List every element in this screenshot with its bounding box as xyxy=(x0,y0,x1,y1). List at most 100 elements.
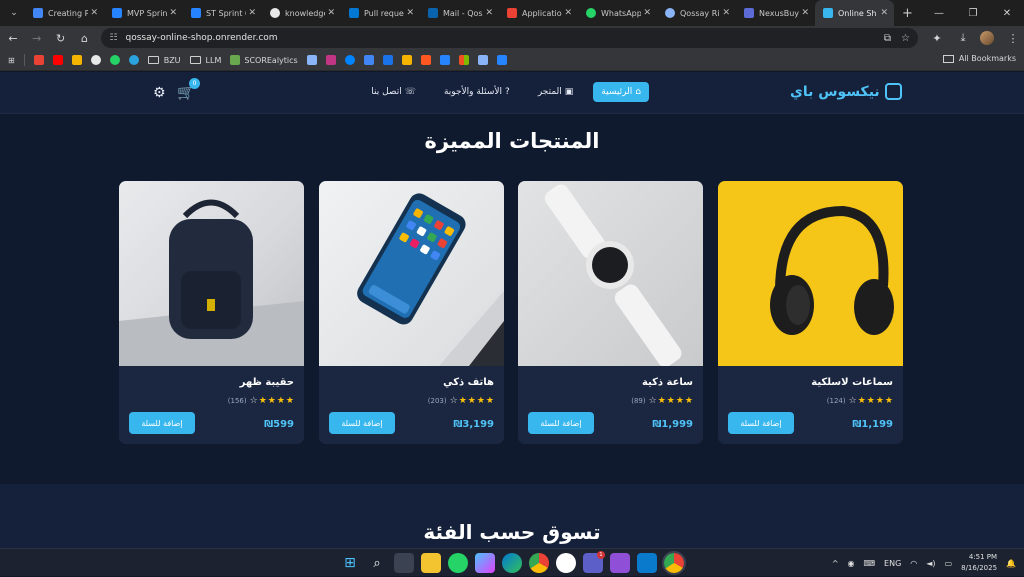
reload-icon[interactable]: ↻ xyxy=(50,27,72,49)
close-icon[interactable]: ✕ xyxy=(406,8,414,18)
bookmark-star-icon[interactable]: ☆ xyxy=(901,33,910,44)
menu-icon[interactable]: ⋮ xyxy=(1002,27,1024,49)
chrome-active-icon[interactable] xyxy=(662,551,686,575)
new-tab-button[interactable]: + xyxy=(902,6,913,21)
back-icon[interactable]: ← xyxy=(2,27,24,49)
clock[interactable]: 4:51 PM 8/16/2025 xyxy=(961,552,997,574)
close-icon[interactable]: ✕ xyxy=(722,8,730,18)
product-name[interactable]: حقيبة ظهر xyxy=(240,377,294,388)
messenger-bookmark-icon[interactable] xyxy=(344,55,355,65)
nav-home[interactable]: ⌂ الرئيسية xyxy=(593,82,649,102)
close-window-icon[interactable]: ✕ xyxy=(990,0,1024,26)
bookmark-icon[interactable] xyxy=(401,55,412,65)
add-to-cart-button[interactable]: إضافة للسلة xyxy=(329,412,395,434)
slack-icon[interactable] xyxy=(556,553,576,573)
add-to-cart-button[interactable]: إضافة للسلة xyxy=(528,412,594,434)
close-icon[interactable]: ✕ xyxy=(880,8,888,18)
product-name[interactable]: ساعة ذكية xyxy=(642,377,693,388)
visual-studio-icon[interactable] xyxy=(610,553,630,573)
product-name[interactable]: سماعات لاسلكية xyxy=(811,377,893,388)
address-bar[interactable]: ☷ qossay-online-shop.onrender.com ⧉ ☆ xyxy=(101,28,919,48)
download-icon[interactable]: ⤓ xyxy=(952,27,974,49)
whatsapp-icon[interactable] xyxy=(448,553,468,573)
telegram-bookmark-icon[interactable] xyxy=(128,55,139,65)
language-indicator[interactable]: ENG xyxy=(884,559,901,568)
close-icon[interactable]: ✕ xyxy=(90,8,98,18)
close-icon[interactable]: ✕ xyxy=(248,8,256,18)
close-icon[interactable]: ✕ xyxy=(169,8,177,18)
keyboard-icon[interactable]: ⌨ xyxy=(864,559,876,568)
settings-gear-icon[interactable]: ⚙ xyxy=(153,85,166,101)
bookmark-icon[interactable] xyxy=(420,55,431,65)
restore-icon[interactable]: ❐ xyxy=(956,0,990,26)
copilot-icon[interactable] xyxy=(475,553,495,573)
install-app-icon[interactable]: ⧉ xyxy=(884,33,891,44)
browser-tab[interactable]: Mail - Qos ✕ xyxy=(420,0,499,26)
task-view-icon[interactable] xyxy=(394,553,414,573)
forward-icon[interactable]: → xyxy=(26,27,48,49)
edge-icon[interactable] xyxy=(502,553,522,573)
bookmark-icon[interactable] xyxy=(496,55,507,65)
teams-icon[interactable]: 1 xyxy=(583,551,605,573)
product-image-backpack[interactable] xyxy=(119,181,304,366)
bookmark-icon[interactable] xyxy=(306,55,317,65)
vscode-icon[interactable] xyxy=(637,553,657,573)
home-icon[interactable]: ⌂ xyxy=(74,27,96,49)
browser-tab[interactable]: ST Sprint 6 ✕ xyxy=(183,0,262,26)
chrome-icon[interactable] xyxy=(529,553,549,573)
bookmark-folder-bzu[interactable]: BZU xyxy=(147,56,181,65)
nav-store[interactable]: ▣ المتجر xyxy=(530,82,581,102)
all-bookmarks-button[interactable]: All Bookmarks xyxy=(942,54,1016,63)
bookmark-folder-llm[interactable]: LLM xyxy=(189,56,221,65)
tab-search-icon[interactable]: ⌄ xyxy=(3,2,25,24)
browser-tab-active[interactable]: Online Sh ✕ xyxy=(815,0,894,26)
browser-tab[interactable]: Application ✕ xyxy=(499,0,578,26)
bookmark-scorealytics[interactable]: SCOREalytics xyxy=(230,55,298,65)
site-info-icon[interactable]: ☷ xyxy=(109,33,117,43)
notifications-icon[interactable]: 🔔 xyxy=(1006,559,1016,568)
product-image-phone[interactable] xyxy=(319,181,504,366)
product-card[interactable]: ساعة ذكية ★ ★ ★ ★ ☆ (89) ₪1,999 إضافة للسلة xyxy=(518,181,703,444)
tray-overflow-icon[interactable]: ^ xyxy=(832,559,839,568)
close-icon[interactable]: ✕ xyxy=(801,8,809,18)
youtube-bookmark-icon[interactable] xyxy=(52,55,63,65)
whatsapp-bookmark-icon[interactable] xyxy=(109,55,120,65)
volume-icon[interactable]: ◄) xyxy=(926,559,935,568)
github-bookmark-icon[interactable] xyxy=(90,55,101,65)
nav-contact[interactable]: ☏ اتصل بنا xyxy=(363,82,424,102)
product-image-watch[interactable] xyxy=(518,181,703,366)
extensions-icon[interactable]: ✦ xyxy=(926,27,948,49)
bookmark-icon[interactable] xyxy=(71,55,82,65)
browser-tab[interactable]: Creating P ✕ xyxy=(25,0,104,26)
close-icon[interactable]: ✕ xyxy=(564,8,572,18)
add-to-cart-button[interactable]: إضافة للسلة xyxy=(728,412,794,434)
battery-icon[interactable]: ▭ xyxy=(945,559,953,568)
product-image-headphones[interactable] xyxy=(718,181,903,366)
profile-avatar[interactable] xyxy=(980,31,995,45)
browser-tab[interactable]: NexusBuy ✕ xyxy=(736,0,815,26)
start-icon[interactable]: ⊞ xyxy=(340,553,360,573)
microsoft-bookmark-icon[interactable] xyxy=(458,55,469,65)
browser-tab[interactable]: knowledge ✕ xyxy=(262,0,341,26)
bookmark-icon[interactable] xyxy=(325,55,336,65)
bookmark-icon[interactable] xyxy=(477,55,488,65)
product-card[interactable]: سماعات لاسلكية ★ ★ ★ ★ ☆ (124) ₪1,199 إضافة … xyxy=(718,181,903,444)
tray-app-icon[interactable]: ◉ xyxy=(848,559,855,568)
product-card[interactable]: هاتف ذكي ★ ★ ★ ★ ☆ (203) ₪3,199 إضافة للسلة xyxy=(319,181,504,444)
close-icon[interactable]: ✕ xyxy=(327,8,335,18)
minimize-icon[interactable]: — xyxy=(922,0,956,26)
bookmark-icon[interactable] xyxy=(439,55,450,65)
translate-bookmark-icon[interactable] xyxy=(382,55,393,65)
bookmark-icon[interactable] xyxy=(363,55,374,65)
browser-tab[interactable]: Qossay Ri ✕ xyxy=(657,0,736,26)
add-to-cart-button[interactable]: إضافة للسلة xyxy=(129,412,195,434)
product-name[interactable]: هاتف ذكي xyxy=(443,377,494,388)
file-explorer-icon[interactable] xyxy=(421,553,441,573)
close-icon[interactable]: ✕ xyxy=(643,8,651,18)
search-icon[interactable]: ⌕ xyxy=(367,553,387,573)
close-icon[interactable]: ✕ xyxy=(485,8,493,18)
browser-tab[interactable]: WhatsApp ✕ xyxy=(578,0,657,26)
product-card[interactable]: حقيبة ظهر ★ ★ ★ ★ ☆ (156) ₪599 إضافة للسلة xyxy=(119,181,304,444)
site-logo[interactable]: نيكسوس باي xyxy=(790,83,902,100)
browser-tab[interactable]: MVP Sprin ✕ xyxy=(104,0,183,26)
